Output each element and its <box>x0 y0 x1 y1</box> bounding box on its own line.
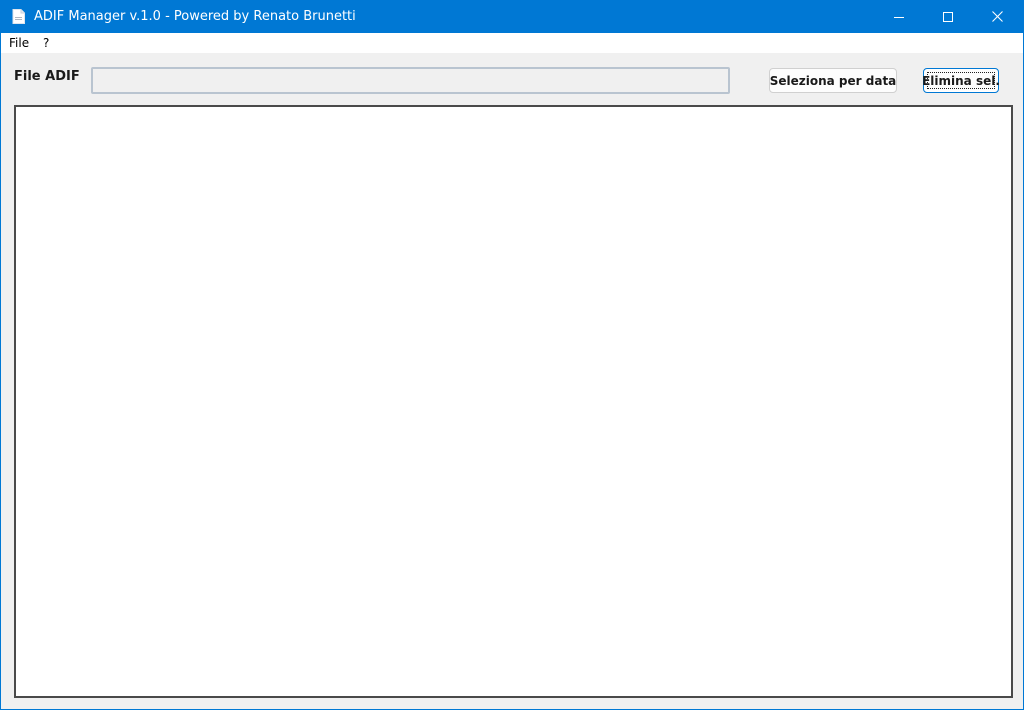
maximize-button[interactable] <box>925 0 971 33</box>
menu-file[interactable]: File <box>9 35 29 51</box>
window-title: ADIF Manager v.1.0 - Powered by Renato B… <box>34 9 356 24</box>
minimize-button[interactable] <box>876 0 922 33</box>
close-button[interactable] <box>974 0 1020 33</box>
menu-bar: File ? <box>1 33 1023 53</box>
close-icon <box>991 11 1003 22</box>
file-path-field[interactable] <box>91 67 730 94</box>
delete-selected-button[interactable]: Elimina sel. <box>922 68 1000 93</box>
delete-selected-label: Elimina sel. <box>922 73 1000 88</box>
maximize-icon <box>943 11 953 22</box>
qso-list-box[interactable] <box>14 105 1013 698</box>
app-window: ADIF Manager v.1.0 - Powered by Renato B… <box>0 0 1024 710</box>
menu-help[interactable]: ? <box>43 35 49 51</box>
minimize-icon <box>894 12 904 22</box>
title-bar[interactable]: ADIF Manager v.1.0 - Powered by Renato B… <box>1 0 1023 33</box>
select-by-date-button[interactable]: Seleziona per data <box>769 68 897 93</box>
app-document-icon <box>12 9 25 24</box>
file-adif-label: File ADIF <box>14 69 80 84</box>
